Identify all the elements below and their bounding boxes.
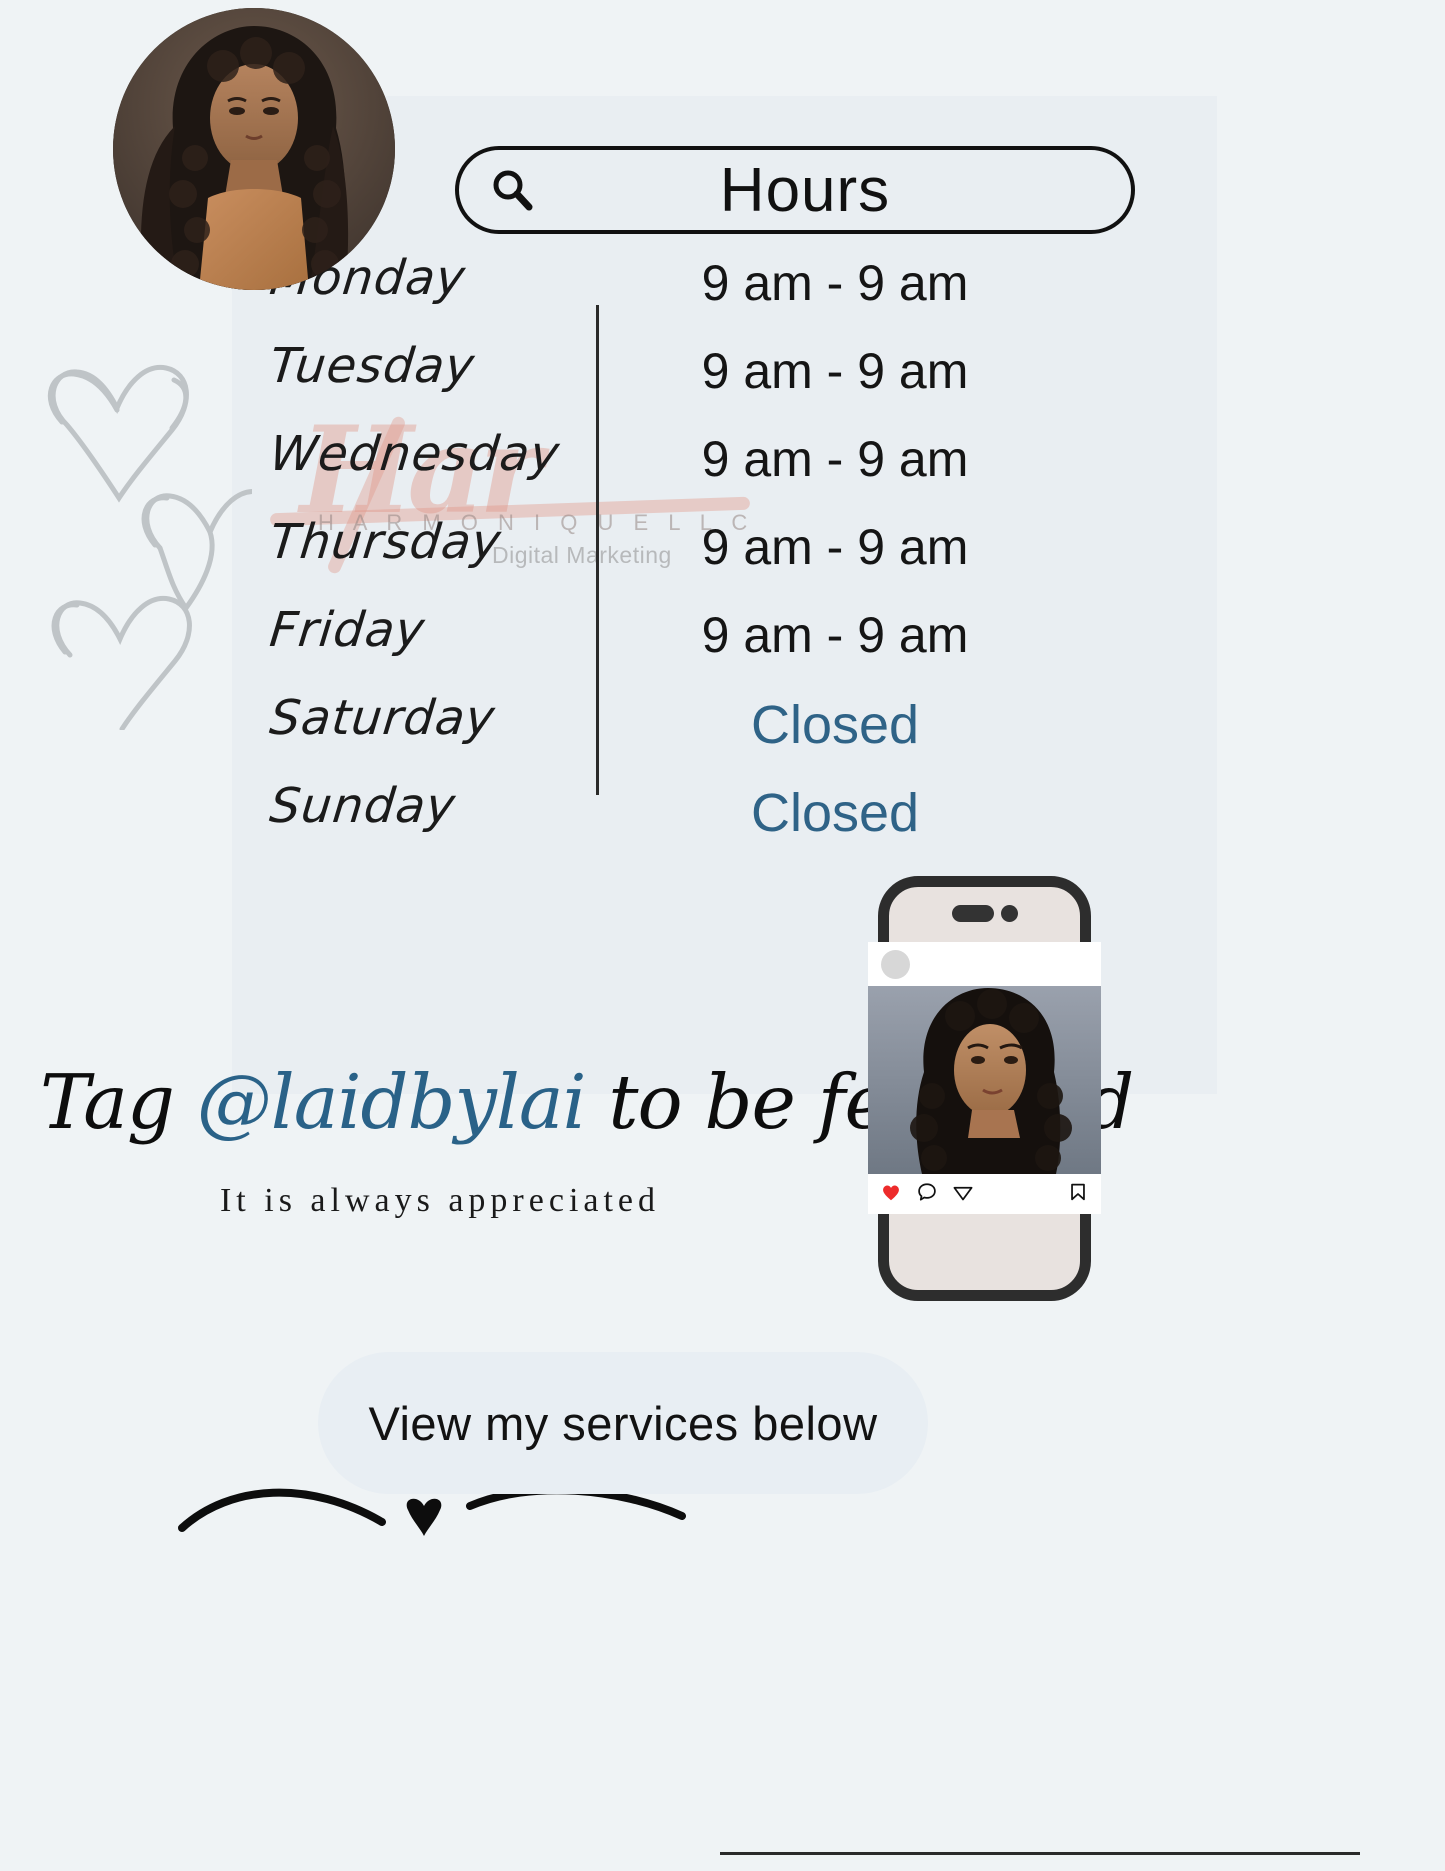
table-row: Sunday Closed bbox=[267, 778, 1010, 866]
time-value: 9 am - 9 am bbox=[701, 431, 969, 487]
instagram-post bbox=[868, 942, 1101, 1214]
dynamic-island bbox=[951, 905, 1018, 922]
instagram-post-photo bbox=[868, 986, 1101, 1174]
tagline-prefix: Tag bbox=[40, 1058, 197, 1146]
day-label: Sunday bbox=[267, 778, 459, 834]
search-icon bbox=[489, 167, 535, 213]
table-row: Friday 9 am - 9 am bbox=[267, 602, 1010, 690]
camera-dot-icon bbox=[1000, 905, 1018, 922]
view-services-button[interactable]: View my services below bbox=[318, 1352, 928, 1494]
day-label: Friday bbox=[267, 602, 428, 658]
instagram-handle[interactable]: @laidbylai bbox=[197, 1058, 587, 1146]
flyer-page: Har H A R M O N I Q U E L L C Digital Ma… bbox=[0, 0, 1445, 1871]
hours-table: Monday 9 am - 9 am Tuesday 9 am - 9 am W… bbox=[267, 250, 1010, 866]
instagram-actions bbox=[868, 1174, 1101, 1214]
time-value: Closed bbox=[750, 695, 920, 755]
day-label: Saturday bbox=[267, 690, 499, 746]
table-row: Thursday 9 am - 9 am bbox=[267, 514, 1010, 602]
time-value: 9 am - 9 am bbox=[701, 519, 969, 575]
hours-divider bbox=[596, 305, 599, 795]
time-value: 9 am - 9 am bbox=[701, 255, 969, 311]
day-label: Thursday bbox=[267, 514, 505, 570]
bottom-divider bbox=[720, 1852, 1360, 1855]
time-value: 9 am - 9 am bbox=[701, 607, 969, 663]
time-value: Closed bbox=[750, 783, 920, 843]
flourish-divider bbox=[170, 1478, 690, 1588]
table-row: Monday 9 am - 9 am bbox=[267, 250, 1010, 338]
share-icon[interactable] bbox=[952, 1181, 974, 1208]
table-row: Saturday Closed bbox=[267, 690, 1010, 778]
table-row: Tuesday 9 am - 9 am bbox=[267, 338, 1010, 426]
search-bar[interactable]: Hours bbox=[455, 146, 1135, 234]
decorative-hearts bbox=[22, 330, 262, 732]
day-label: Wednesday bbox=[267, 426, 563, 482]
speaker-pill-icon bbox=[951, 905, 994, 922]
comment-icon[interactable] bbox=[916, 1181, 938, 1208]
phone-mockup bbox=[868, 876, 1101, 1301]
day-label: Tuesday bbox=[267, 338, 478, 394]
heart-icon[interactable] bbox=[880, 1181, 902, 1208]
bookmark-icon[interactable] bbox=[1067, 1181, 1089, 1208]
time-value: 9 am - 9 am bbox=[701, 343, 969, 399]
search-label: Hours bbox=[719, 155, 891, 225]
appreciated-text: It is always appreciated bbox=[219, 1182, 661, 1219]
instagram-post-header bbox=[868, 942, 1101, 986]
avatar bbox=[881, 949, 910, 979]
view-services-label: View my services below bbox=[368, 1396, 878, 1450]
avatar bbox=[113, 8, 395, 290]
table-row: Wednesday 9 am - 9 am bbox=[267, 426, 1010, 514]
